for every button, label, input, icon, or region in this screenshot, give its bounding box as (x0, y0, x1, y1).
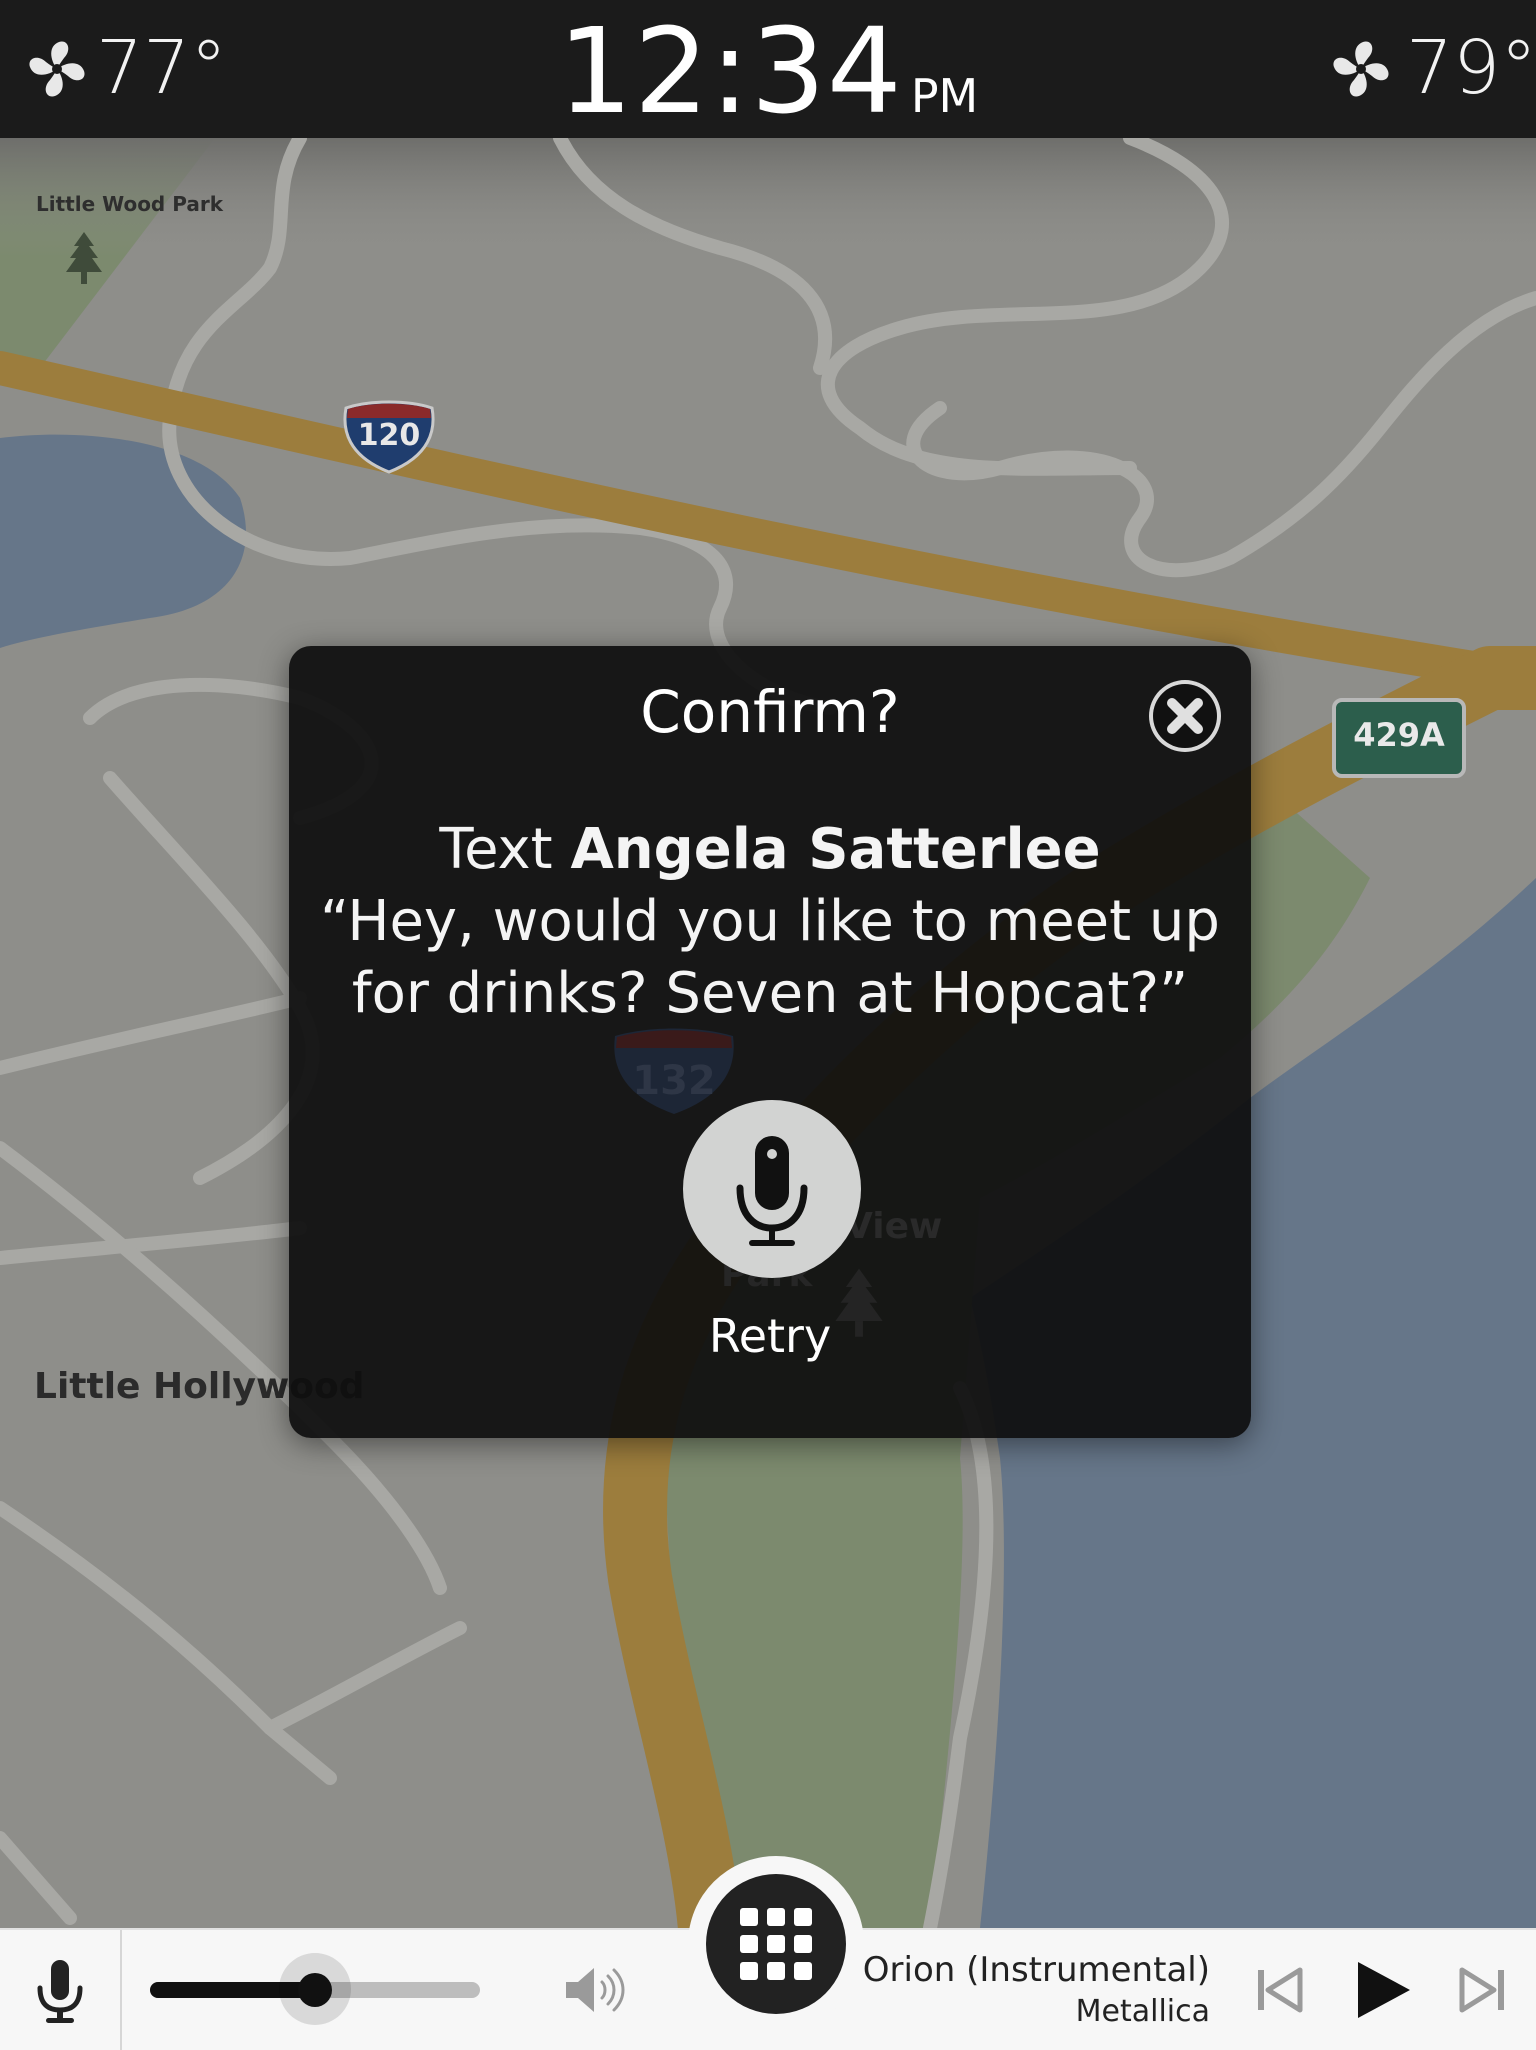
close-button[interactable] (1149, 680, 1221, 752)
skip-next-icon[interactable] (1456, 1964, 1508, 2016)
recipient-name: Angela Satterlee (570, 817, 1101, 882)
close-icon (1153, 684, 1217, 748)
skip-previous-icon[interactable] (1254, 1964, 1306, 2016)
message-body-line2: for drinks? Seven at Hopcat?” (351, 961, 1189, 1026)
tree-icon (66, 232, 102, 284)
clock-time: 12:34 (557, 2, 903, 140)
message-body-line1: “Hey, would you like to meet up (320, 889, 1220, 954)
microphone-icon (736, 1136, 808, 1246)
message-prefix: Text (439, 817, 553, 882)
exit-sign[interactable]: 429A (1332, 698, 1466, 778)
dialog-title: Confirm? (640, 678, 900, 746)
interstate-number: 120 (357, 418, 421, 453)
dialog-message: Text Angela Satterlee “Hey, would you li… (319, 814, 1221, 1030)
volume-slider-thumb[interactable] (298, 1973, 332, 2007)
track-title[interactable]: Orion (Instrumental) (863, 1948, 1210, 1992)
right-temperature[interactable]: 79° (1406, 18, 1536, 118)
microphone-icon (37, 1960, 83, 2023)
interstate-shield[interactable]: 120 (340, 400, 438, 474)
voice-button[interactable] (0, 1930, 122, 2050)
retry-label[interactable]: Retry (289, 1306, 1251, 1366)
retry-mic-button[interactable] (683, 1100, 861, 1278)
play-icon[interactable] (1354, 1958, 1414, 2022)
message-recipient-line: Text Angela Satterlee (319, 814, 1221, 886)
right-fan-icon[interactable] (1330, 38, 1392, 100)
grid-icon (740, 1908, 812, 1980)
clock: 12:34 PM (0, 6, 1536, 136)
park-label[interactable]: Little Wood Park (36, 192, 223, 216)
volume-icon[interactable] (560, 1960, 630, 2020)
home-menu-button[interactable] (706, 1874, 846, 2014)
confirm-dialog: 132 View Park Confirm? Text Angela Satte… (289, 646, 1251, 1438)
status-bar: 77° 12:34 PM 79° (0, 0, 1536, 138)
interstate-number-faint: 132 (632, 1058, 716, 1104)
track-artist[interactable]: Metallica (1076, 1992, 1210, 2032)
clock-ampm: PM (910, 69, 979, 123)
exit-number: 429A (1353, 716, 1445, 754)
